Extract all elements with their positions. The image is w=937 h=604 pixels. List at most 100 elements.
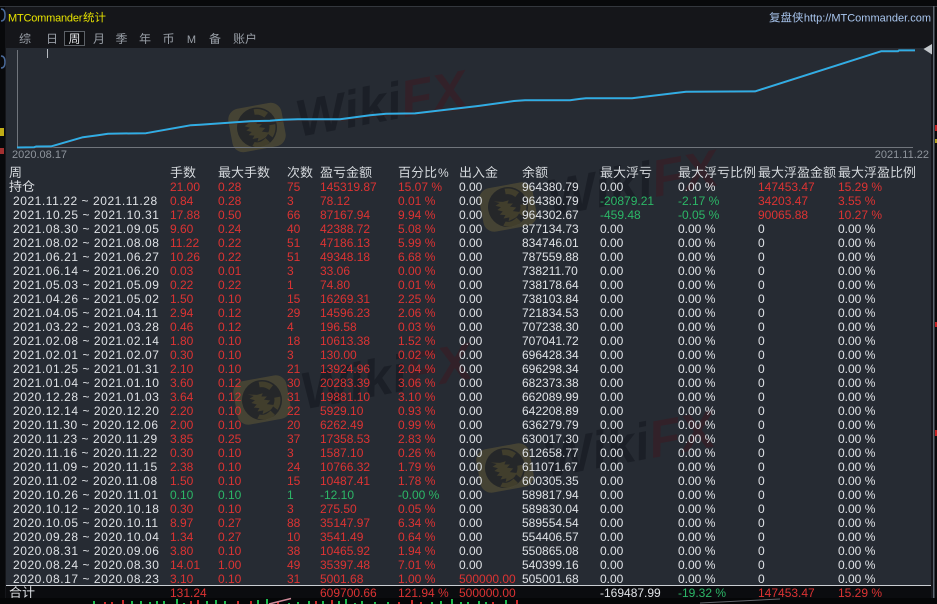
svg-text:-19.32 %: -19.32 %: [678, 586, 726, 600]
svg-text:0.00: 0.00: [600, 432, 624, 446]
svg-text:0.00 %: 0.00 %: [838, 320, 876, 334]
svg-text:0.10: 0.10: [218, 348, 242, 362]
svg-text:0.00: 0.00: [600, 404, 624, 418]
svg-text:0.00 %: 0.00 %: [678, 460, 716, 474]
svg-text:24: 24: [287, 460, 301, 474]
svg-text:0.10: 0.10: [218, 488, 242, 502]
svg-text:1.00 %: 1.00 %: [398, 572, 436, 586]
svg-text:3.85: 3.85: [170, 432, 194, 446]
svg-text:-169487.99: -169487.99: [600, 586, 661, 600]
svg-text:834746.01: 834746.01: [522, 236, 579, 250]
svg-text:2021.08.02 ~ 2021.08.08: 2021.08.02 ~ 2021.08.08: [13, 236, 159, 250]
svg-text:2020.08.17: 2020.08.17: [12, 149, 67, 161]
svg-text:3: 3: [287, 446, 294, 460]
svg-text:2020.10.05 ~ 2020.10.11: 2020.10.05 ~ 2020.10.11: [13, 516, 159, 530]
svg-text:1587.10: 1587.10: [320, 446, 364, 460]
svg-text:0.00 %: 0.00 %: [678, 362, 716, 376]
svg-text:609700.66: 609700.66: [320, 586, 377, 600]
svg-text:0: 0: [758, 530, 765, 544]
svg-text:35147.97: 35147.97: [320, 516, 370, 530]
svg-text:6.34 %: 6.34 %: [398, 516, 436, 530]
svg-text:611071.67: 611071.67: [522, 460, 578, 474]
svg-text:0.00: 0.00: [600, 558, 624, 572]
svg-text:0.00: 0.00: [459, 208, 483, 222]
svg-text:630017.30: 630017.30: [522, 432, 579, 446]
svg-text:20: 20: [287, 418, 301, 432]
svg-text:696298.34: 696298.34: [522, 362, 579, 376]
svg-text:5.99 %: 5.99 %: [398, 236, 436, 250]
svg-text:612658.77: 612658.77: [522, 446, 579, 460]
svg-text:0.00: 0.00: [600, 418, 624, 432]
svg-text:0.00 %: 0.00 %: [678, 530, 716, 544]
svg-text:3541.49: 3541.49: [320, 530, 364, 544]
svg-text:0.46: 0.46: [170, 320, 194, 334]
svg-text:0.00: 0.00: [459, 390, 483, 404]
svg-text:0.00 %: 0.00 %: [838, 502, 876, 516]
svg-text:636279.79: 636279.79: [522, 418, 579, 432]
svg-text:0.00 %: 0.00 %: [678, 446, 716, 460]
svg-text:0.00: 0.00: [459, 558, 483, 572]
svg-text:1.79 %: 1.79 %: [398, 460, 436, 474]
svg-text:2020.08.17 ~ 2020.08.23: 2020.08.17 ~ 2020.08.23: [13, 572, 159, 586]
svg-text:15.07 %: 15.07 %: [398, 180, 442, 194]
svg-text:0.28: 0.28: [218, 194, 242, 208]
svg-text:0.00: 0.00: [459, 306, 483, 320]
svg-text:0: 0: [758, 418, 765, 432]
svg-text:0: 0: [758, 348, 765, 362]
svg-text:3.55 %: 3.55 %: [838, 194, 876, 208]
svg-text:0.00 %: 0.00 %: [838, 418, 876, 432]
svg-text:3.10 %: 3.10 %: [398, 390, 436, 404]
svg-text:2021.11.22 ~ 2021.11.28: 2021.11.22 ~ 2021.11.28: [13, 194, 158, 208]
svg-text:0.00: 0.00: [459, 250, 483, 264]
svg-text:707041.72: 707041.72: [522, 334, 579, 348]
svg-text:-0.05 %: -0.05 %: [678, 208, 720, 222]
svg-text:-459.48: -459.48: [600, 208, 641, 222]
svg-text:145319.87: 145319.87: [320, 180, 377, 194]
svg-text:0.00 %: 0.00 %: [838, 530, 876, 544]
svg-text:0.00: 0.00: [459, 180, 483, 194]
svg-text:147453.47: 147453.47: [758, 180, 815, 194]
svg-text:1: 1: [287, 278, 294, 292]
svg-text:964380.79: 964380.79: [522, 180, 579, 194]
svg-text:2021.05.03 ~ 2021.05.09: 2021.05.03 ~ 2021.05.09: [13, 278, 159, 292]
svg-text:0.00 %: 0.00 %: [838, 236, 876, 250]
svg-text:0.30: 0.30: [170, 348, 194, 362]
svg-text:1.50: 1.50: [170, 474, 194, 488]
svg-text:0.00 %: 0.00 %: [678, 502, 716, 516]
svg-text:3.60: 3.60: [170, 376, 194, 390]
svg-text:0.00 %: 0.00 %: [838, 390, 876, 404]
svg-text:14596.23: 14596.23: [320, 306, 370, 320]
svg-text:0.00: 0.00: [600, 236, 624, 250]
svg-text:0: 0: [758, 334, 765, 348]
svg-text:0.00: 0.00: [600, 180, 624, 194]
svg-text:2.83 %: 2.83 %: [398, 432, 436, 446]
svg-text:88: 88: [287, 516, 301, 530]
svg-text:30: 30: [287, 376, 301, 390]
svg-text:38: 38: [287, 544, 301, 558]
svg-text:0.00 %: 0.00 %: [838, 488, 876, 502]
svg-text:0.00 %: 0.00 %: [678, 488, 716, 502]
svg-text:0.00: 0.00: [600, 460, 624, 474]
svg-text:MTCommander: MTCommander: [8, 13, 83, 25]
svg-text:0.99 %: 0.99 %: [398, 418, 436, 432]
svg-text:0.10: 0.10: [218, 292, 242, 306]
svg-text:0.10: 0.10: [218, 334, 242, 348]
svg-text:0.93 %: 0.93 %: [398, 404, 436, 418]
svg-text:35397.48: 35397.48: [320, 558, 370, 572]
svg-text:2021.06.14 ~ 2021.06.20: 2021.06.14 ~ 2021.06.20: [13, 264, 159, 278]
svg-text:3: 3: [287, 502, 294, 516]
svg-text:8.97: 8.97: [170, 516, 194, 530]
svg-text:6262.49: 6262.49: [320, 418, 364, 432]
svg-text:0.00 %: 0.00 %: [678, 572, 716, 586]
svg-text:1.78 %: 1.78 %: [398, 474, 436, 488]
svg-text:0: 0: [758, 362, 765, 376]
svg-text:600305.35: 600305.35: [522, 474, 579, 488]
svg-text:0: 0: [758, 446, 765, 460]
svg-text:721834.53: 721834.53: [522, 306, 579, 320]
svg-text:0.02 %: 0.02 %: [398, 348, 436, 362]
svg-text:964380.79: 964380.79: [522, 194, 579, 208]
svg-text:6.68 %: 6.68 %: [398, 250, 436, 264]
svg-text:0.28: 0.28: [218, 180, 242, 194]
svg-text:0.00: 0.00: [600, 502, 624, 516]
svg-text:0.27: 0.27: [218, 530, 242, 544]
